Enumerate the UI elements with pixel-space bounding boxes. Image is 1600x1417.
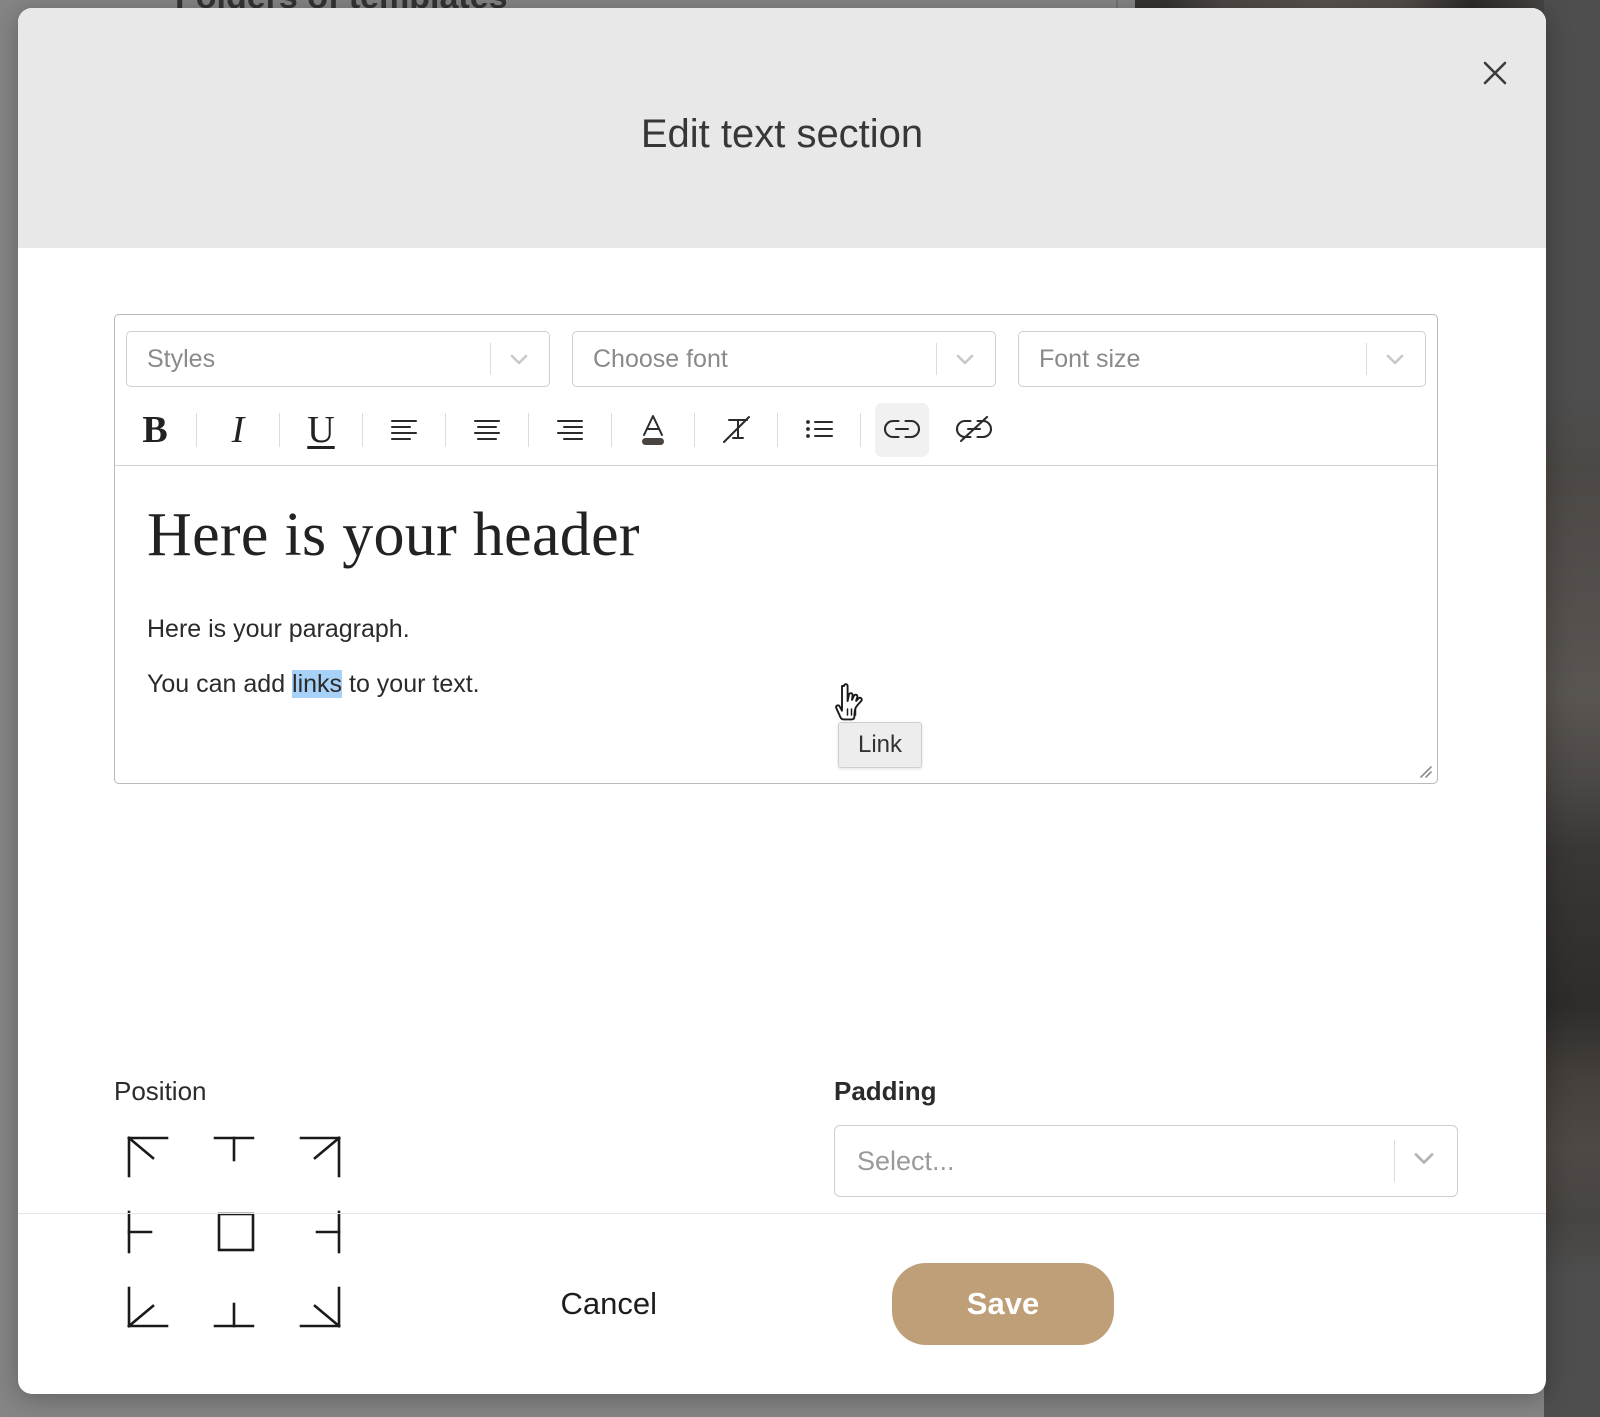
close-button[interactable] xyxy=(1474,52,1516,94)
chevron-down-icon xyxy=(505,345,533,373)
clear-formatting-icon xyxy=(716,409,756,452)
editor-link-paragraph: You can add links to your text. xyxy=(147,670,1405,699)
modal-footer: Cancel Save xyxy=(18,1213,1546,1394)
editor-content-area[interactable]: Here is your header Here is your paragra… xyxy=(114,465,1438,784)
toolbar-divider xyxy=(196,413,197,447)
toolbar-divider xyxy=(694,413,695,447)
rich-text-editor: Styles Choose font Font size B I U Here … xyxy=(114,314,1438,784)
styles-select-divider xyxy=(490,343,491,375)
position-label: Position xyxy=(114,1076,207,1106)
link-button[interactable] xyxy=(875,403,929,457)
padding-label: Padding xyxy=(834,1076,937,1106)
toolbar-divider xyxy=(362,413,363,447)
editor-link-text-before: You can add xyxy=(147,670,293,699)
bullet-list-icon xyxy=(801,414,837,447)
editor-toolbar: Styles Choose font Font size B I U xyxy=(114,314,1438,465)
toolbar-divider xyxy=(611,413,612,447)
editor-resize-handle[interactable] xyxy=(1413,759,1433,779)
link-icon xyxy=(882,415,922,446)
modal-header: Edit text section xyxy=(18,8,1546,248)
font-size-select-label: Font size xyxy=(1039,344,1141,373)
toolbar-icon-row: B I U xyxy=(126,395,1426,465)
position-top-left-button[interactable] xyxy=(114,1125,194,1197)
close-icon xyxy=(1480,58,1510,88)
toolbar-divider xyxy=(528,413,529,447)
styles-select-label: Styles xyxy=(147,344,216,373)
font-select[interactable]: Choose font xyxy=(572,331,996,387)
toolbar-divider xyxy=(279,413,280,447)
cancel-button[interactable]: Cancel xyxy=(541,1272,678,1336)
save-button[interactable]: Save xyxy=(892,1263,1114,1345)
position-top-right-icon xyxy=(285,1134,343,1189)
clear-formatting-button[interactable] xyxy=(709,403,763,457)
chevron-down-icon xyxy=(1409,1144,1439,1179)
underline-icon: U xyxy=(307,409,335,451)
chevron-down-icon xyxy=(951,345,979,373)
padding-select-divider xyxy=(1394,1140,1395,1182)
padding-section: Padding Select... xyxy=(834,1076,1458,1197)
font-select-divider xyxy=(936,343,937,375)
position-top-center-button[interactable] xyxy=(194,1125,274,1197)
bold-button[interactable]: B xyxy=(128,403,182,457)
padding-select[interactable]: Select... xyxy=(834,1125,1458,1197)
edit-text-section-modal: Edit text section Styles Choose font Fon… xyxy=(18,8,1546,1394)
editor-selected-text: links xyxy=(292,670,343,699)
styles-select[interactable]: Styles xyxy=(126,331,550,387)
unlink-button[interactable] xyxy=(947,403,1001,457)
padding-select-label: Select... xyxy=(857,1145,955,1176)
editor-heading: Here is your header xyxy=(147,501,640,569)
toolbar-divider xyxy=(860,413,861,447)
bold-icon: B xyxy=(142,409,168,451)
text-color-button[interactable] xyxy=(626,403,680,457)
underline-button[interactable]: U xyxy=(294,403,348,457)
position-top-left-icon xyxy=(125,1134,183,1189)
unlink-icon xyxy=(954,414,994,447)
font-select-label: Choose font xyxy=(593,344,728,373)
align-left-button[interactable] xyxy=(377,403,431,457)
toolbar-divider xyxy=(777,413,778,447)
link-tooltip: Link xyxy=(838,722,923,768)
position-top-right-button[interactable] xyxy=(274,1125,354,1197)
font-size-select[interactable]: Font size xyxy=(1018,331,1426,387)
align-center-icon xyxy=(469,414,505,447)
toolbar-divider xyxy=(445,413,446,447)
font-size-select-divider xyxy=(1366,343,1367,375)
modal-body: Styles Choose font Font size B I U Here … xyxy=(18,248,1546,1328)
align-left-icon xyxy=(386,414,422,447)
position-top-center-icon xyxy=(205,1134,263,1189)
align-center-button[interactable] xyxy=(460,403,514,457)
page-title: Edit text section xyxy=(640,112,924,156)
editor-paragraph: Here is your paragraph. xyxy=(147,615,410,644)
editor-link-text-after: to your text. xyxy=(342,670,480,699)
align-right-button[interactable] xyxy=(543,403,597,457)
italic-button[interactable]: I xyxy=(211,403,265,457)
toolbar-select-row: Styles Choose font Font size xyxy=(126,331,1426,395)
bullet-list-button[interactable] xyxy=(792,403,846,457)
chevron-down-icon xyxy=(1381,345,1409,373)
align-right-icon xyxy=(552,414,588,447)
italic-icon: I xyxy=(231,409,245,451)
text-color-icon xyxy=(633,409,673,452)
